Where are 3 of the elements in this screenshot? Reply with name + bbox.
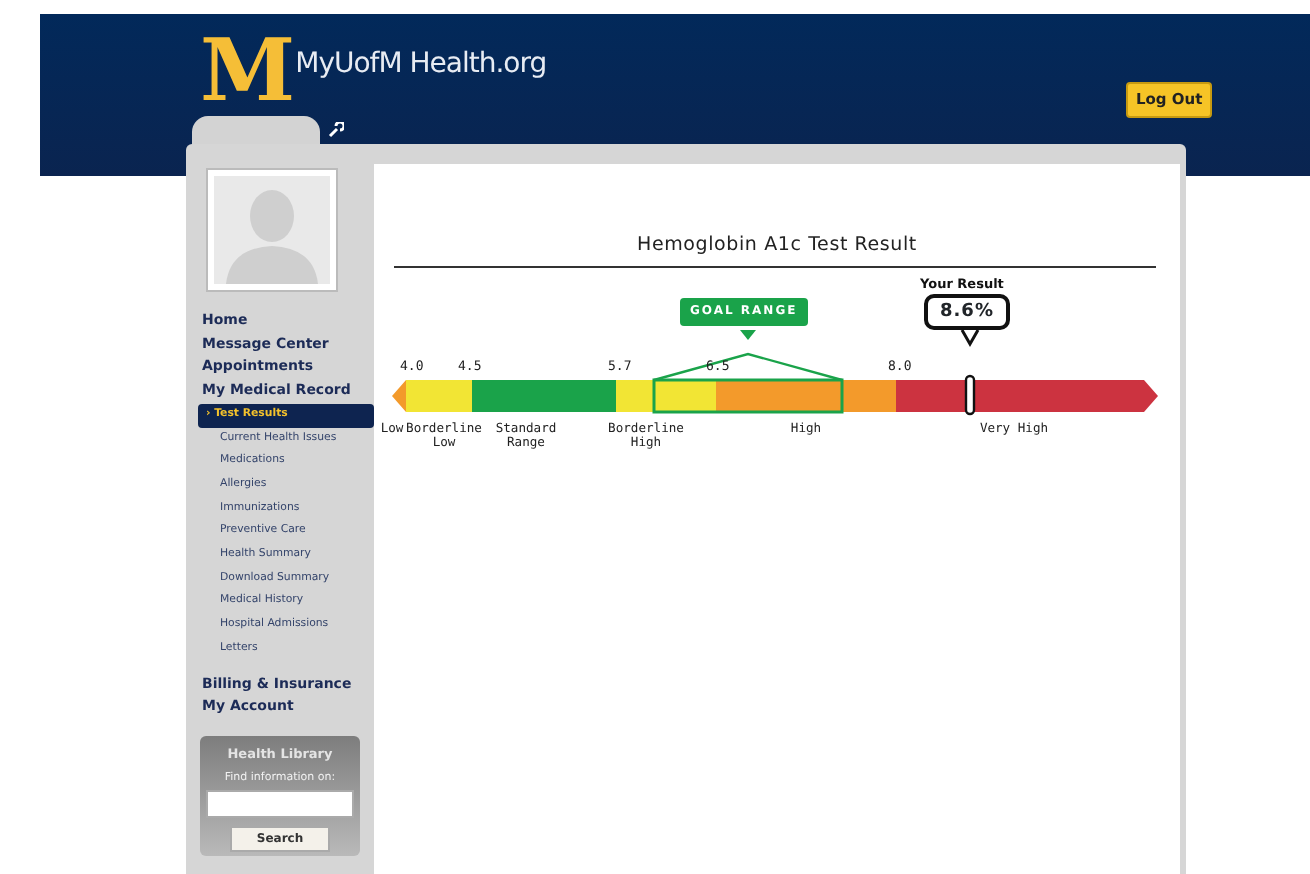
logo-text: MyUofM Health.org bbox=[295, 48, 547, 80]
chart-title: Hemoglobin A1c Test Result bbox=[635, 232, 919, 260]
logo-mark: M bbox=[200, 36, 292, 108]
